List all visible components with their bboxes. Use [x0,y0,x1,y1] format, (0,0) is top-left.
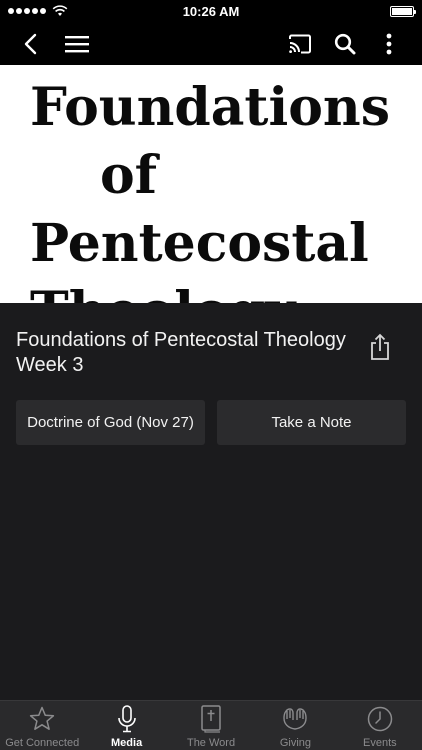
tab-label: Media [111,737,143,749]
tab-bar: Get Connected Media The Word Giving Even… [0,700,422,750]
more-vertical-icon [386,33,392,55]
star-icon [30,706,55,730]
bible-icon [201,705,221,733]
tab-label: Get Connected [5,737,80,749]
microphone-icon [117,705,136,733]
tab-get-connected[interactable]: Get Connected [0,701,84,750]
hands-icon [283,708,308,730]
tab-label: Events [363,737,397,749]
tab-the-word[interactable]: The Word [169,701,253,750]
cast-button[interactable] [282,26,318,62]
share-icon [371,333,389,360]
sermon-select-button[interactable]: Doctrine of God (Nov 27) [16,400,205,445]
cast-icon [289,34,311,54]
status-bar: 10:26 AM [0,0,422,22]
hamburger-menu-icon [65,36,89,53]
signal-strength-icon [8,5,68,17]
menu-button[interactable] [59,26,95,62]
nav-bar [0,22,422,65]
artwork-line-4: Theology [30,281,295,303]
clock-icon [367,706,393,732]
media-title: Foundations of Pentecostal Theology Week… [16,329,346,376]
search-button[interactable] [327,26,363,62]
tab-giving[interactable]: Giving [253,701,337,750]
tab-events[interactable]: Events [338,701,422,750]
share-button[interactable] [366,331,394,363]
tab-label: Giving [279,737,312,749]
chevron-left-icon [24,33,37,55]
more-button[interactable] [371,26,407,62]
wifi-icon [52,5,68,16]
tab-media[interactable]: Media [84,701,168,750]
tab-label: The Word [186,737,236,749]
artwork-line-1: Foundations [30,77,390,138]
battery-icon [390,5,416,17]
artwork-line-2: of [100,145,158,206]
back-button[interactable] [12,26,48,62]
search-icon [334,33,356,55]
take-note-button[interactable]: Take a Note [217,400,406,445]
artwork-line-3: Pentecostal [30,213,369,274]
media-artwork: Foundations of Pentecostal Theology [0,65,422,303]
